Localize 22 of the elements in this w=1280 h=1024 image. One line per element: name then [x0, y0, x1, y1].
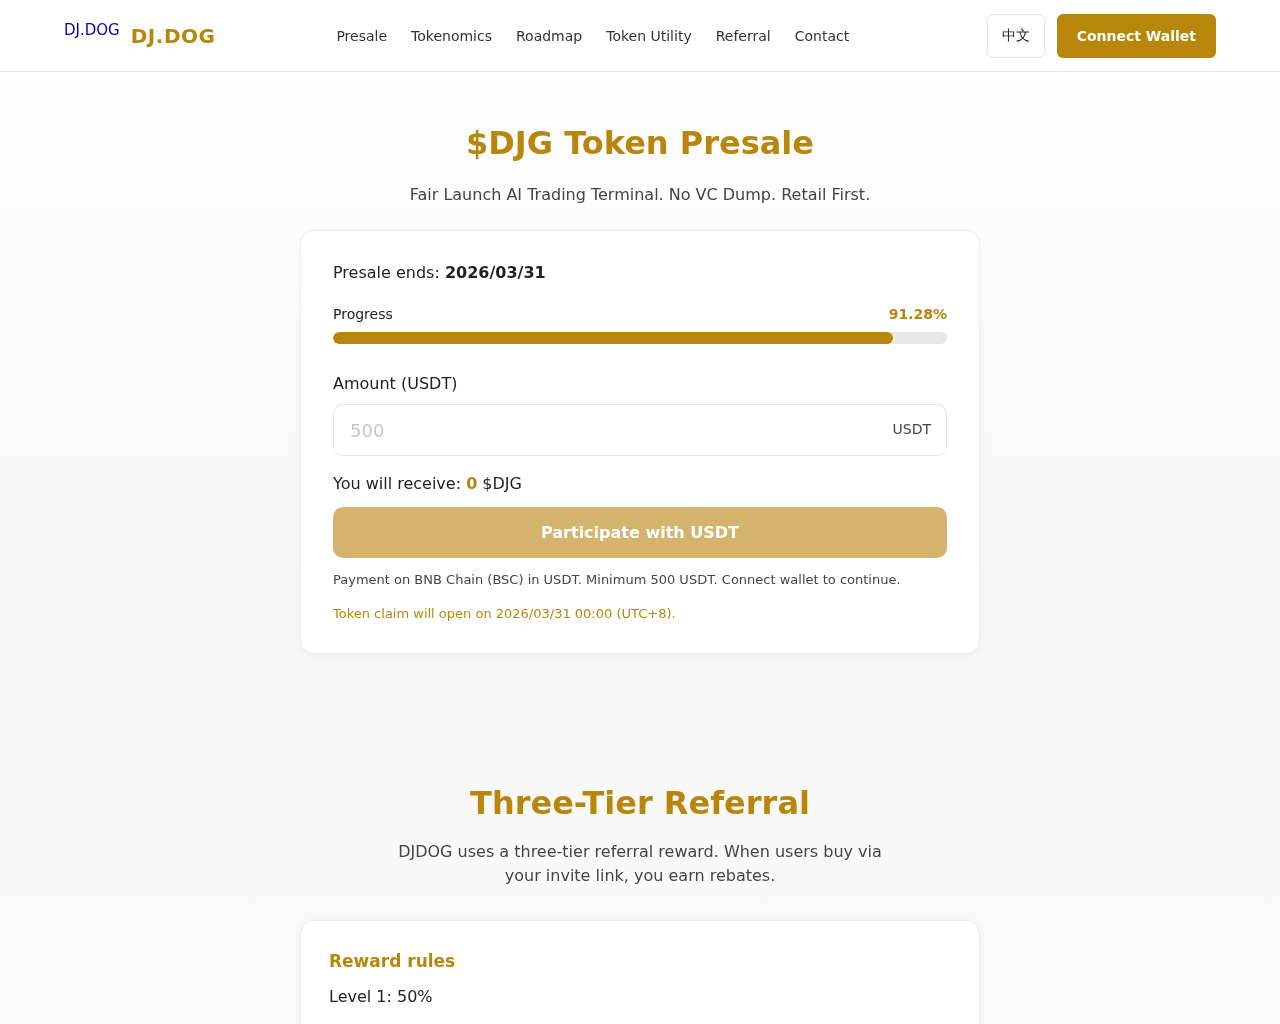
- amount-label: Amount (USDT): [333, 374, 459, 393]
- nav-link[interactable]: Token Utility: [606, 27, 692, 44]
- nav-link[interactable]: Referral: [715, 27, 771, 44]
- nav-link[interactable]: Contact: [794, 27, 850, 44]
- claim-note: Token claim will open on 2026/03/31 00:00 (UTC+8).: [333, 606, 677, 621]
- nav-link[interactable]: Tokenomics: [411, 27, 492, 44]
- logo-alt-text: DJ.DOG: [64, 21, 120, 39]
- presale-subtitle: Fair Launch AI Trading Terminal. No VC Dump. Retail First.: [409, 184, 871, 206]
- unit-label: USDT: [892, 421, 931, 437]
- presale-ends-text: Presale ends: 2026/03/31: [333, 263, 547, 282]
- rule-text: Level 1: 50%: [329, 987, 434, 1006]
- rules-title: Reward rules: [329, 951, 457, 971]
- language-button[interactable]: 中文: [986, 13, 1045, 58]
- nav-link[interactable]: Roadmap: [515, 27, 583, 44]
- presale-title: $DJG Token Presale: [466, 124, 814, 162]
- receive-text: You will receive: 0 $DJG: [333, 474, 523, 493]
- payment-note: Payment on BNB Chain (BSC) in USDT. Minimum 500 USDT. Connect wallet to continue.: [333, 572, 902, 587]
- progress-percent: 91.28%: [888, 306, 947, 322]
- referral-title: Three-Tier Referral: [470, 784, 810, 822]
- referral-description: DJDOG uses a three-tier referral reward. When users buy via your invite link, you earn rebates.: [397, 841, 883, 887]
- progress-label: Progress: [333, 306, 393, 322]
- nav-link[interactable]: Presale: [336, 27, 388, 44]
